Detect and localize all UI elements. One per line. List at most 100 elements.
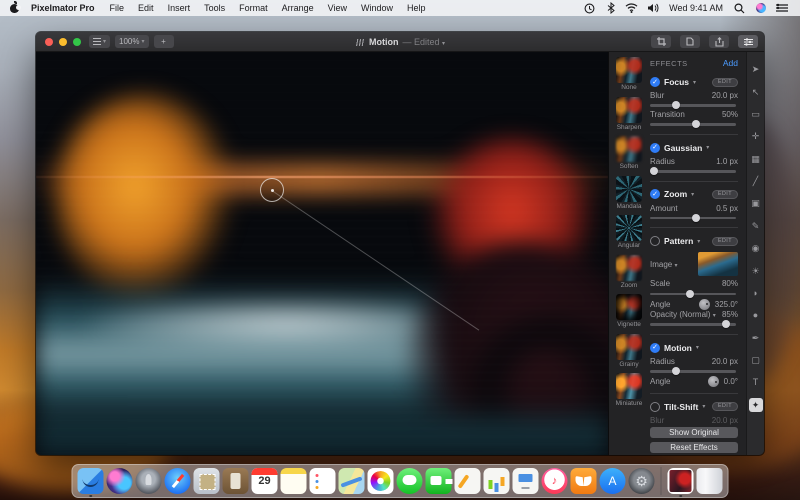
amount-slider[interactable] [650,213,738,222]
dock-contacts[interactable] [223,468,249,494]
dock-facetime[interactable] [426,468,452,494]
motion-radius-slider[interactable] [650,366,738,375]
retouch-tool[interactable]: ◉ [749,241,763,255]
add-effect-button[interactable]: Add [723,58,738,68]
focus-checkbox[interactable]: ✓ [650,77,660,87]
dock-system-preferences[interactable]: ⚙ [629,468,655,494]
paint-tool[interactable]: ✎ [749,219,763,233]
menu-help[interactable]: Help [400,3,433,13]
menu-tools[interactable]: Tools [197,3,232,13]
export-button[interactable] [709,35,729,48]
dock-finder[interactable] [78,468,104,494]
zoom-checkbox[interactable]: ✓ [650,189,660,199]
dodge-tool[interactable]: ☀ [749,264,763,278]
preset-grainy[interactable]: Grainy [614,334,644,369]
preset-none[interactable]: None [614,57,644,92]
preset-sharpen[interactable]: Sharpen [614,97,644,132]
opacity-slider[interactable] [650,319,738,328]
document-state[interactable]: — Edited ▾ [402,37,445,47]
gaussian-checkbox[interactable]: ✓ [650,143,660,153]
dock-keynote[interactable] [513,468,539,494]
notification-center-icon[interactable] [775,3,788,14]
dock-siri[interactable] [107,468,133,494]
shape-tool[interactable]: ▢ [749,353,763,367]
quick-select-tool[interactable]: ✛ [749,129,763,143]
time-machine-icon[interactable] [583,3,596,14]
pen-tool[interactable]: ✒ [749,331,763,345]
view-options-button[interactable]: ▾ [89,35,110,48]
reset-effects-button[interactable]: Reset Effects [650,442,738,453]
tilt-shift-checkbox[interactable] [650,402,660,412]
menu-insert[interactable]: Insert [161,3,198,13]
transition-slider[interactable] [650,119,738,128]
preset-vignette[interactable]: Vignette [614,294,644,329]
motion-title[interactable]: Motion [664,343,692,353]
preset-zoom[interactable]: Zoom [614,255,644,290]
pattern-title[interactable]: Pattern [664,236,693,246]
type-tool[interactable]: T [749,375,763,389]
dock-calendar[interactable]: 29 [252,468,278,494]
siri-icon[interactable] [754,3,767,14]
spotlight-icon[interactable] [733,3,746,14]
tilt-shift-title[interactable]: Tilt-Shift [664,402,698,412]
menu-view[interactable]: View [321,3,354,13]
pattern-edit-button[interactable]: EDIT [712,237,738,246]
effects-tool[interactable]: ✦ [749,398,763,412]
dock-notes[interactable] [281,468,307,494]
pattern-checkbox[interactable] [650,236,660,246]
radius-slider[interactable] [650,166,738,175]
minimize-button[interactable] [59,38,67,46]
title-bar[interactable]: ▾ 100%▾ + Motion — Edited ▾ [36,32,764,52]
motion-checkbox[interactable]: ✓ [650,343,660,353]
bluetooth-icon[interactable] [604,3,617,14]
zoom-title[interactable]: Zoom [664,189,687,199]
menu-arrange[interactable]: Arrange [275,3,321,13]
format-button[interactable] [738,35,758,48]
dock-itunes[interactable]: ♪ [542,468,568,494]
menu-file[interactable]: File [103,3,132,13]
dock-trash[interactable] [697,468,723,494]
dock-books[interactable] [571,468,597,494]
focus-title[interactable]: Focus [664,77,689,87]
dock-messages[interactable] [397,468,423,494]
fullscreen-button[interactable] [73,38,81,46]
crop-button[interactable] [651,35,671,48]
zoom-edit-button[interactable]: EDIT [712,190,738,199]
focus-edit-button[interactable]: EDIT [712,78,738,87]
crop-tool[interactable]: ▦ [749,152,763,166]
arrange-tool[interactable]: ➤ [749,62,763,76]
wifi-icon[interactable] [625,3,638,14]
zoom-add-button[interactable]: + [154,35,174,48]
dock-launchpad[interactable] [136,468,162,494]
dock-maps[interactable] [339,468,365,494]
clone-tool[interactable]: ▣ [749,196,763,210]
show-original-button[interactable]: Show Original [650,427,738,438]
image-canvas[interactable] [36,52,608,455]
apple-menu-icon[interactable] [10,4,19,13]
zoom-level-button[interactable]: 100%▾ [115,35,148,48]
menu-app-name[interactable]: Pixelmator Pro [23,3,103,13]
dock-app-store[interactable]: A [600,468,626,494]
preset-angular[interactable]: Angular [614,215,644,250]
gaussian-title[interactable]: Gaussian [664,143,702,153]
menu-window[interactable]: Window [354,3,400,13]
volume-icon[interactable] [646,3,659,14]
dock-reminders[interactable] [310,468,336,494]
close-button[interactable] [45,38,53,46]
preset-soften[interactable]: Soften [614,136,644,171]
dock-mail[interactable] [194,468,220,494]
scale-slider[interactable] [650,289,738,298]
tilt-shift-edit-button[interactable]: EDIT [712,402,738,411]
dock-pages[interactable] [455,468,481,494]
preset-mandala[interactable]: Mandala [614,176,644,211]
menu-format[interactable]: Format [232,3,275,13]
dock-safari[interactable] [165,468,191,494]
color-fill-tool[interactable]: ● [749,308,763,322]
menu-bar-clock[interactable]: Wed 9:41 AM [663,3,729,13]
angle-dial[interactable] [699,299,710,310]
dock-numbers[interactable] [484,468,510,494]
image-label[interactable]: Image ▾ [650,260,677,269]
preset-miniature[interactable]: Miniature [614,373,644,408]
motion-angle-dial[interactable] [708,376,719,387]
opacity-label[interactable]: Opacity (Normal) ▾ [650,310,716,319]
